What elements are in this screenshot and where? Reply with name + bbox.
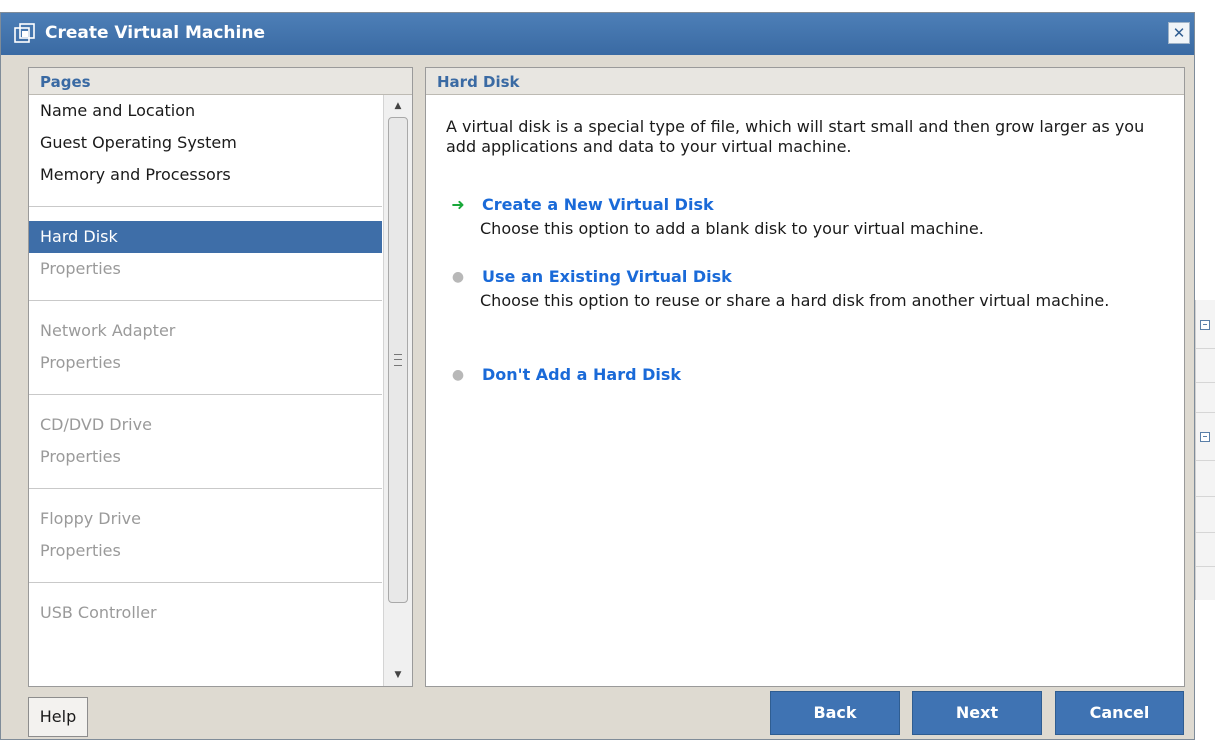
scroll-down-icon[interactable]: ▼: [384, 664, 412, 686]
bullet-icon: ●: [451, 269, 465, 285]
intro-text: A virtual disk is a special type of file…: [446, 117, 1145, 156]
page-item: Properties: [40, 541, 121, 560]
collapse-icon[interactable]: [1200, 432, 1210, 442]
page-item[interactable]: Memory and Processors: [29, 159, 382, 191]
background-row-divider: [1196, 348, 1215, 349]
page-item: CD/DVD Drive: [40, 415, 152, 434]
page-item[interactable]: Guest Operating System: [29, 127, 382, 159]
page-item: Properties: [40, 353, 121, 372]
page-item: Properties: [40, 447, 121, 466]
bullet-icon: ●: [451, 367, 465, 383]
page-item: USB Controller: [40, 603, 157, 622]
create-vm-dialog: Create Virtual Machine ✕ Pages Name and …: [0, 12, 1195, 740]
virtual-machine-icon: [14, 23, 35, 43]
next-button[interactable]: Next: [912, 691, 1042, 735]
content-panel: Hard Disk A virtual disk is a special ty…: [425, 67, 1185, 687]
background-row-divider: [1196, 566, 1215, 567]
pages-group-separator: [29, 206, 382, 207]
background-row-divider: [1196, 382, 1215, 383]
content-header: Hard Disk: [426, 68, 1184, 95]
page-item: Network Adapter: [40, 321, 176, 340]
background-row-divider: [1196, 460, 1215, 461]
grip-icon: [394, 354, 402, 366]
scroll-up-icon[interactable]: ▲: [384, 95, 412, 117]
background-row-divider: [1196, 532, 1215, 533]
back-button[interactable]: Back: [770, 691, 900, 735]
option-title[interactable]: Use an Existing Virtual Disk: [482, 267, 732, 287]
pages-header: Pages: [29, 68, 412, 95]
arrow-right-icon: ➜: [451, 195, 465, 214]
page-item[interactable]: Name and Location: [29, 95, 382, 127]
pages-group-separator: [29, 300, 382, 301]
option-description: Choose this option to reuse or share a h…: [480, 291, 1110, 310]
pages-panel: Pages Name and Location Guest Operating S…: [28, 67, 413, 687]
dialog-title: Create Virtual Machine: [45, 23, 265, 43]
page-item[interactable]: Hard Disk: [29, 221, 382, 253]
dialog-title-bar[interactable]: Create Virtual Machine ✕: [1, 13, 1194, 55]
pages-group-separator: [29, 488, 382, 489]
background-row-divider: [1196, 412, 1215, 413]
page-item: Floppy Drive: [40, 509, 141, 528]
cancel-button[interactable]: Cancel: [1055, 691, 1184, 735]
option-title[interactable]: Create a New Virtual Disk: [482, 195, 714, 215]
help-button[interactable]: Help: [28, 697, 88, 737]
pages-group-separator: [29, 394, 382, 395]
option-description: Choose this option to add a blank disk t…: [480, 219, 984, 238]
scrollbar-thumb[interactable]: [388, 117, 408, 603]
background-row-divider: [1196, 496, 1215, 497]
collapse-icon[interactable]: [1200, 320, 1210, 330]
pages-group-separator: [29, 582, 382, 583]
page-item: Properties: [40, 259, 121, 278]
close-button[interactable]: ✕: [1168, 22, 1190, 44]
background-window-edge: [1195, 300, 1215, 600]
content-body: A virtual disk is a special type of file…: [426, 95, 1184, 686]
pages-list: Name and Location Guest Operating System M…: [29, 95, 382, 686]
option-title[interactable]: Don't Add a Hard Disk: [482, 365, 681, 385]
pages-scrollbar[interactable]: ▲ ▼: [383, 95, 412, 686]
